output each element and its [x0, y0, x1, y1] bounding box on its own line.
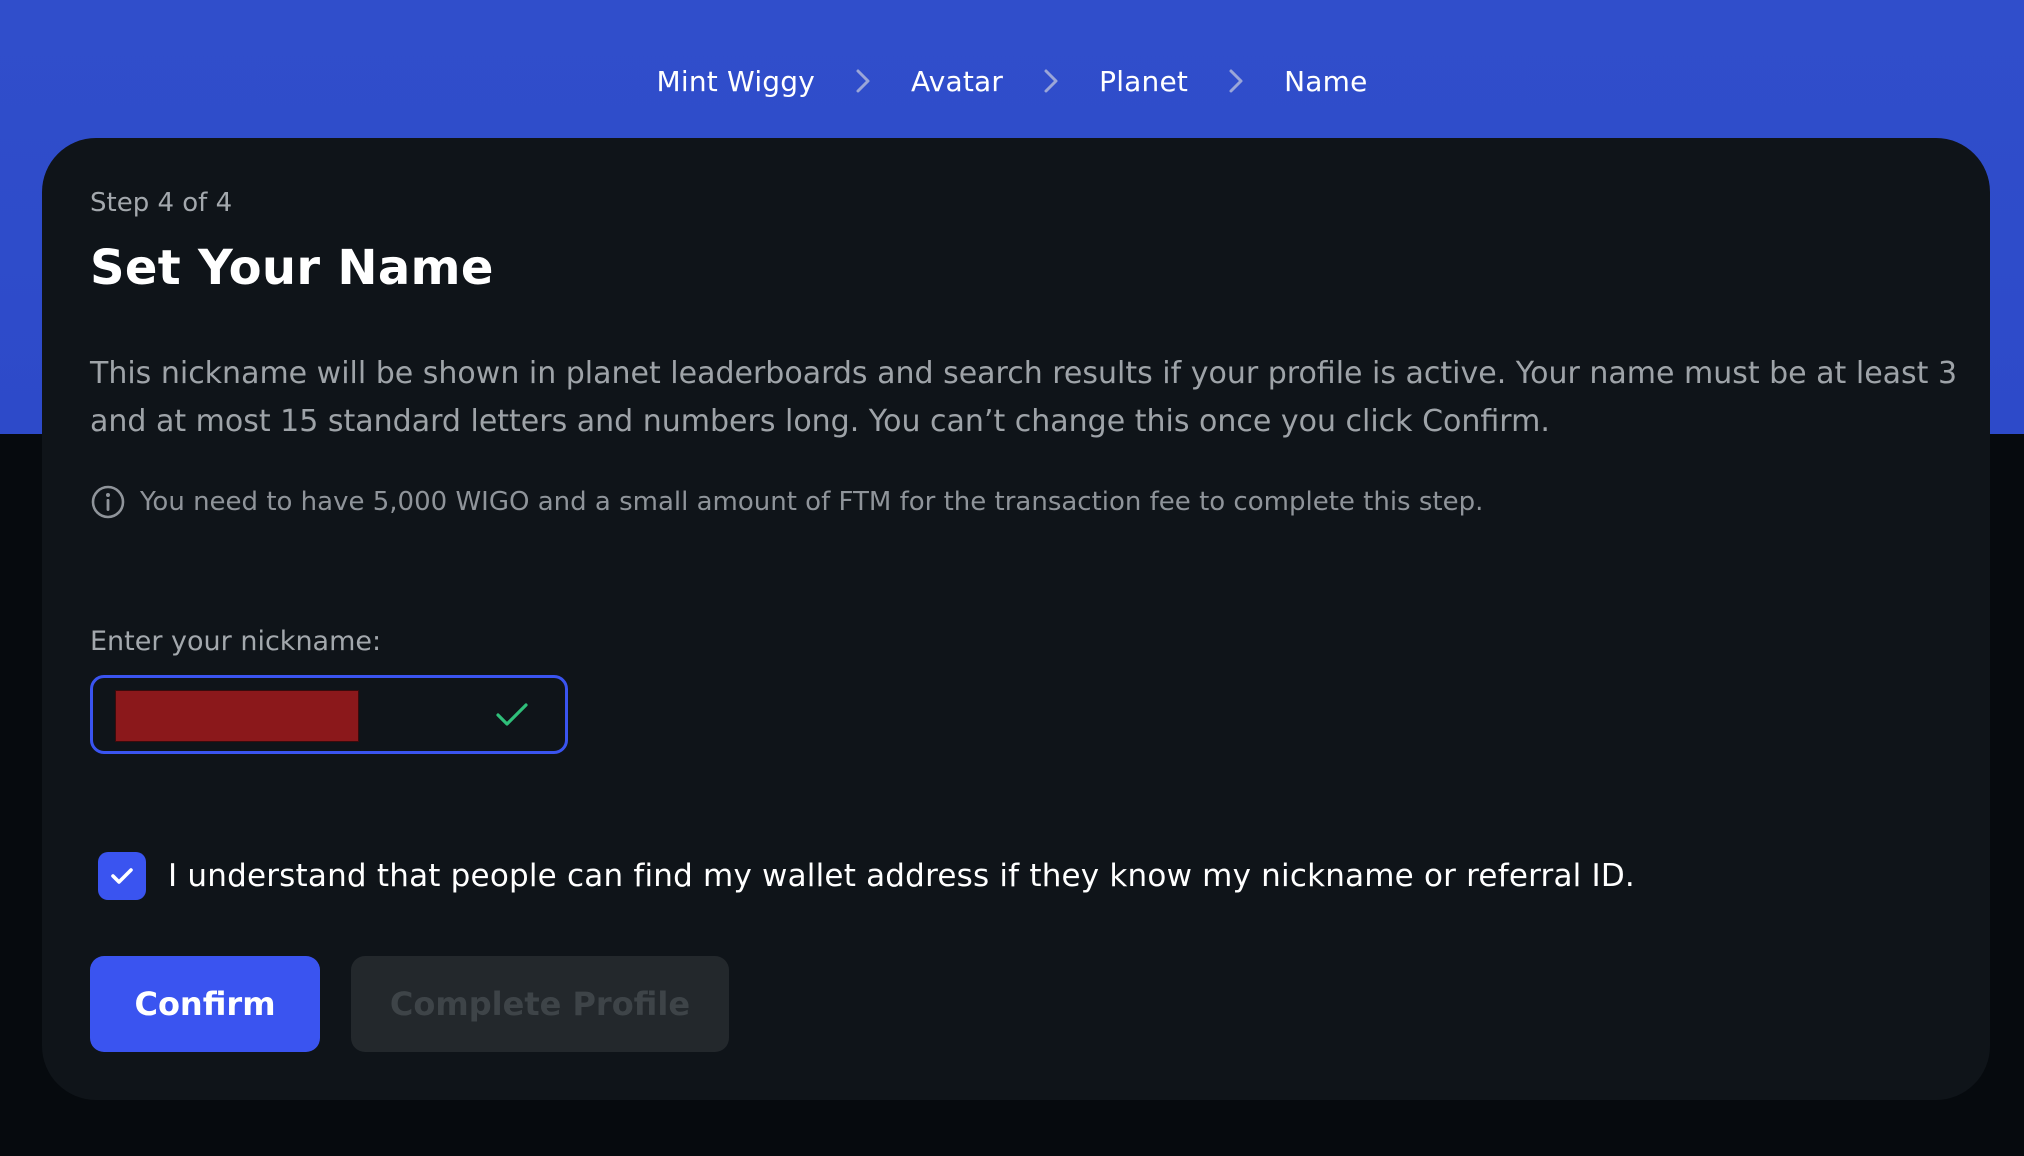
nickname-label: Enter your nickname:: [90, 626, 382, 657]
breadcrumb-item-name[interactable]: Name: [1284, 65, 1367, 98]
breadcrumb: Mint Wiggy Avatar Planet Name: [0, 56, 2024, 106]
acknowledge-checkbox[interactable]: [98, 852, 146, 900]
step-indicator: Step 4 of 4: [90, 188, 233, 218]
nickname-field: [90, 675, 568, 754]
notice-text: You need to have 5,000 WIGO and a small …: [140, 487, 1484, 517]
checkmark-icon: [111, 868, 133, 884]
chevron-right-icon: [815, 68, 911, 94]
check-icon: [495, 700, 529, 734]
description-text: This nickname will be shown in planet le…: [90, 356, 1958, 439]
acknowledge-row: I understand that people can find my wal…: [98, 852, 1635, 900]
page-title: Set Your Name: [90, 240, 494, 296]
nickname-input[interactable]: [115, 690, 359, 742]
info-icon: [90, 484, 126, 520]
breadcrumb-item-mint-wiggy[interactable]: Mint Wiggy: [656, 65, 815, 98]
acknowledge-text[interactable]: I understand that people can find my wal…: [168, 858, 1635, 894]
breadcrumb-item-avatar[interactable]: Avatar: [911, 65, 1003, 98]
breadcrumb-item-planet[interactable]: Planet: [1099, 65, 1188, 98]
confirm-button[interactable]: Confirm: [90, 956, 320, 1052]
set-name-card: Step 4 of 4 Set Your Name This nickname …: [42, 138, 1990, 1100]
complete-profile-button[interactable]: Complete Profile: [351, 956, 729, 1052]
requirement-notice: You need to have 5,000 WIGO and a small …: [90, 484, 1483, 520]
chevron-right-icon: [1003, 68, 1099, 94]
chevron-right-icon: [1188, 68, 1284, 94]
